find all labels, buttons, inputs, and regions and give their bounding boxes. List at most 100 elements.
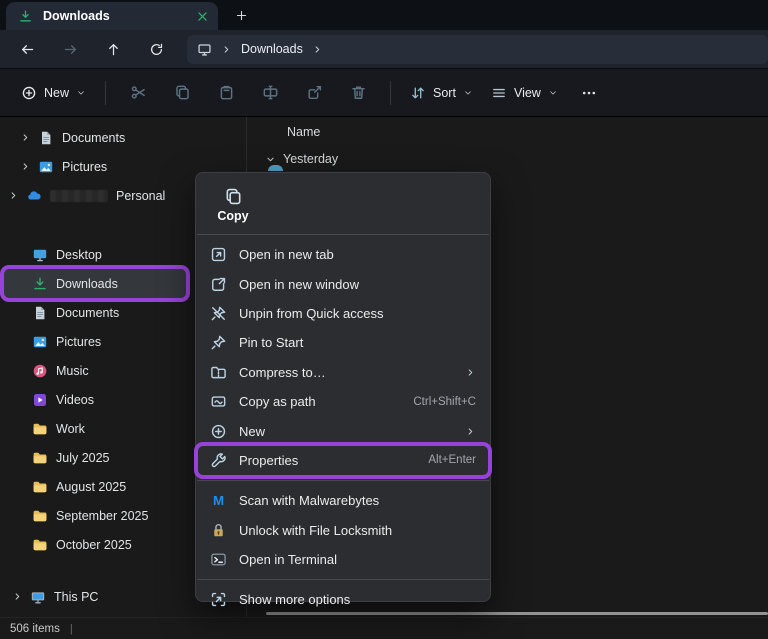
sidebar-item-music[interactable]: Music [4, 356, 186, 385]
new-item-icon [21, 85, 37, 101]
sidebar-item-label: July 2025 [56, 451, 110, 465]
new-button[interactable]: New [12, 77, 95, 109]
view-button[interactable]: View [482, 77, 567, 109]
menu-item-pin-to-start[interactable]: Pin to Start [196, 328, 490, 357]
rename-button[interactable] [248, 77, 292, 109]
column-header-name[interactable]: Name [287, 125, 768, 139]
copy-button[interactable] [160, 77, 204, 109]
more-options-button[interactable] [567, 77, 611, 109]
compress-icon [210, 364, 227, 381]
menu-item-unlock-with-file-locksmith[interactable]: Unlock with File Locksmith [196, 516, 490, 545]
sort-button[interactable]: Sort [401, 77, 482, 109]
sidebar-item-downloads[interactable]: Downloads [4, 269, 186, 298]
folder-icon [32, 537, 48, 553]
onedrive-icon [26, 188, 42, 204]
up-button[interactable] [96, 34, 130, 64]
svg-text:M: M [213, 493, 224, 508]
chevron-right-icon[interactable] [312, 44, 323, 55]
menu-item-open-in-new-window[interactable]: Open in new window [196, 269, 490, 298]
breadcrumb-item-downloads[interactable]: Downloads [241, 42, 303, 56]
sidebar-item-label: Personal [116, 189, 165, 203]
menu-shortcut: Alt+Enter [428, 454, 476, 466]
new-tab-button[interactable] [228, 3, 254, 27]
chevron-right-icon [8, 190, 19, 201]
sidebar-item-label: Desktop [56, 248, 102, 262]
item-count: 506 items [10, 623, 60, 635]
menu-item-show-more-options[interactable]: Show more options [196, 585, 490, 614]
menu-item-label: Unlock with File Locksmith [239, 523, 476, 538]
menu-item-open-in-new-tab[interactable]: Open in new tab [196, 240, 490, 269]
menu-item-label: Open in new window [239, 277, 476, 292]
terminal-icon [210, 551, 227, 568]
monitor-icon [197, 42, 212, 57]
group-header-yesterday[interactable]: Yesterday [265, 152, 768, 166]
chevron-down-icon [76, 88, 86, 98]
share-icon [306, 84, 323, 101]
sidebar-item-september-2025[interactable]: September 2025 [4, 501, 186, 530]
open-new-window-icon [210, 276, 227, 293]
sidebar-item-label: August 2025 [56, 480, 126, 494]
paste-button[interactable] [204, 77, 248, 109]
close-icon[interactable] [195, 9, 210, 24]
window-tab[interactable]: Downloads [6, 2, 218, 30]
sidebar-item-documents[interactable]: Documents [4, 123, 186, 152]
sidebar-item-work[interactable]: Work [4, 414, 186, 443]
share-button[interactable] [292, 77, 336, 109]
sidebar-item-videos[interactable]: Videos [4, 385, 186, 414]
sidebar-item-documents[interactable]: Documents [4, 298, 186, 327]
menu-item-label: New [239, 424, 453, 439]
folder-icon [32, 421, 48, 437]
copy-icon [224, 187, 243, 206]
sidebar-item-pictures[interactable]: Pictures [4, 152, 186, 181]
menu-item-properties[interactable]: PropertiesAlt+Enter [198, 446, 488, 475]
menu-item-open-in-terminal[interactable]: Open in Terminal [196, 545, 490, 574]
menu-item-scan-with-malwarebytes[interactable]: M Scan with Malwarebytes [196, 486, 490, 515]
titlebar: Downloads [0, 0, 768, 30]
sidebar-item-label: Downloads [56, 277, 118, 291]
menu-separator [197, 579, 489, 580]
refresh-button[interactable] [139, 34, 173, 64]
menu-item-compress-to[interactable]: Compress to… [196, 358, 490, 387]
back-button[interactable] [10, 34, 44, 64]
menu-item-new[interactable]: New [196, 416, 490, 445]
music-icon [32, 363, 48, 379]
sidebar-item-label: Videos [56, 393, 94, 407]
sidebar-item-pictures[interactable]: Pictures [4, 327, 186, 356]
sort-button-label: Sort [433, 86, 456, 100]
chevron-down-icon [463, 88, 473, 98]
sidebar-item-august-2025[interactable]: August 2025 [4, 472, 186, 501]
sidebar-item-desktop[interactable]: Desktop [4, 240, 186, 269]
redacted-account-name [50, 190, 108, 202]
videos-icon [32, 392, 48, 408]
pictures-icon [32, 334, 48, 350]
new-item-icon [210, 423, 227, 440]
menu-item-label: Open in Terminal [239, 552, 476, 567]
sidebar-item-july-2025[interactable]: July 2025 [4, 443, 186, 472]
menu-item-copy-as-path[interactable]: Copy as pathCtrl+Shift+C [196, 387, 490, 416]
address-bar[interactable]: Downloads [187, 35, 768, 64]
group-header-label: Yesterday [283, 152, 338, 166]
sidebar-item-label: September 2025 [56, 509, 148, 523]
menu-item-label: Scan with Malwarebytes [239, 493, 476, 508]
menu-item-label: Compress to… [239, 365, 453, 380]
folder-icon [32, 479, 48, 495]
sort-icon [410, 85, 426, 101]
copy-icon [174, 84, 191, 101]
folder-icon [32, 450, 48, 466]
sidebar-item-label: Pictures [62, 160, 107, 174]
sidebar-item-october-2025[interactable]: October 2025 [4, 530, 186, 559]
menu-item-unpin-from-quick-access[interactable]: Unpin from Quick access [196, 299, 490, 328]
delete-button[interactable] [336, 77, 380, 109]
status-divider: | [70, 623, 73, 635]
cut-button[interactable] [116, 77, 160, 109]
sidebar-item-this-pc[interactable]: This PC [4, 582, 186, 611]
context-menu: Copy Open in new tab Open in new window Un… [195, 172, 491, 602]
forward-button[interactable] [53, 34, 87, 64]
copy-path-icon [210, 393, 227, 410]
sidebar-item-personal[interactable]: Personal [4, 181, 186, 210]
chevron-right-icon [221, 44, 232, 55]
copy-action-button[interactable]: Copy [204, 183, 262, 229]
menu-item-label: Pin to Start [239, 335, 476, 350]
sidebar-item-label: Music [56, 364, 89, 378]
plus-icon [235, 9, 248, 22]
